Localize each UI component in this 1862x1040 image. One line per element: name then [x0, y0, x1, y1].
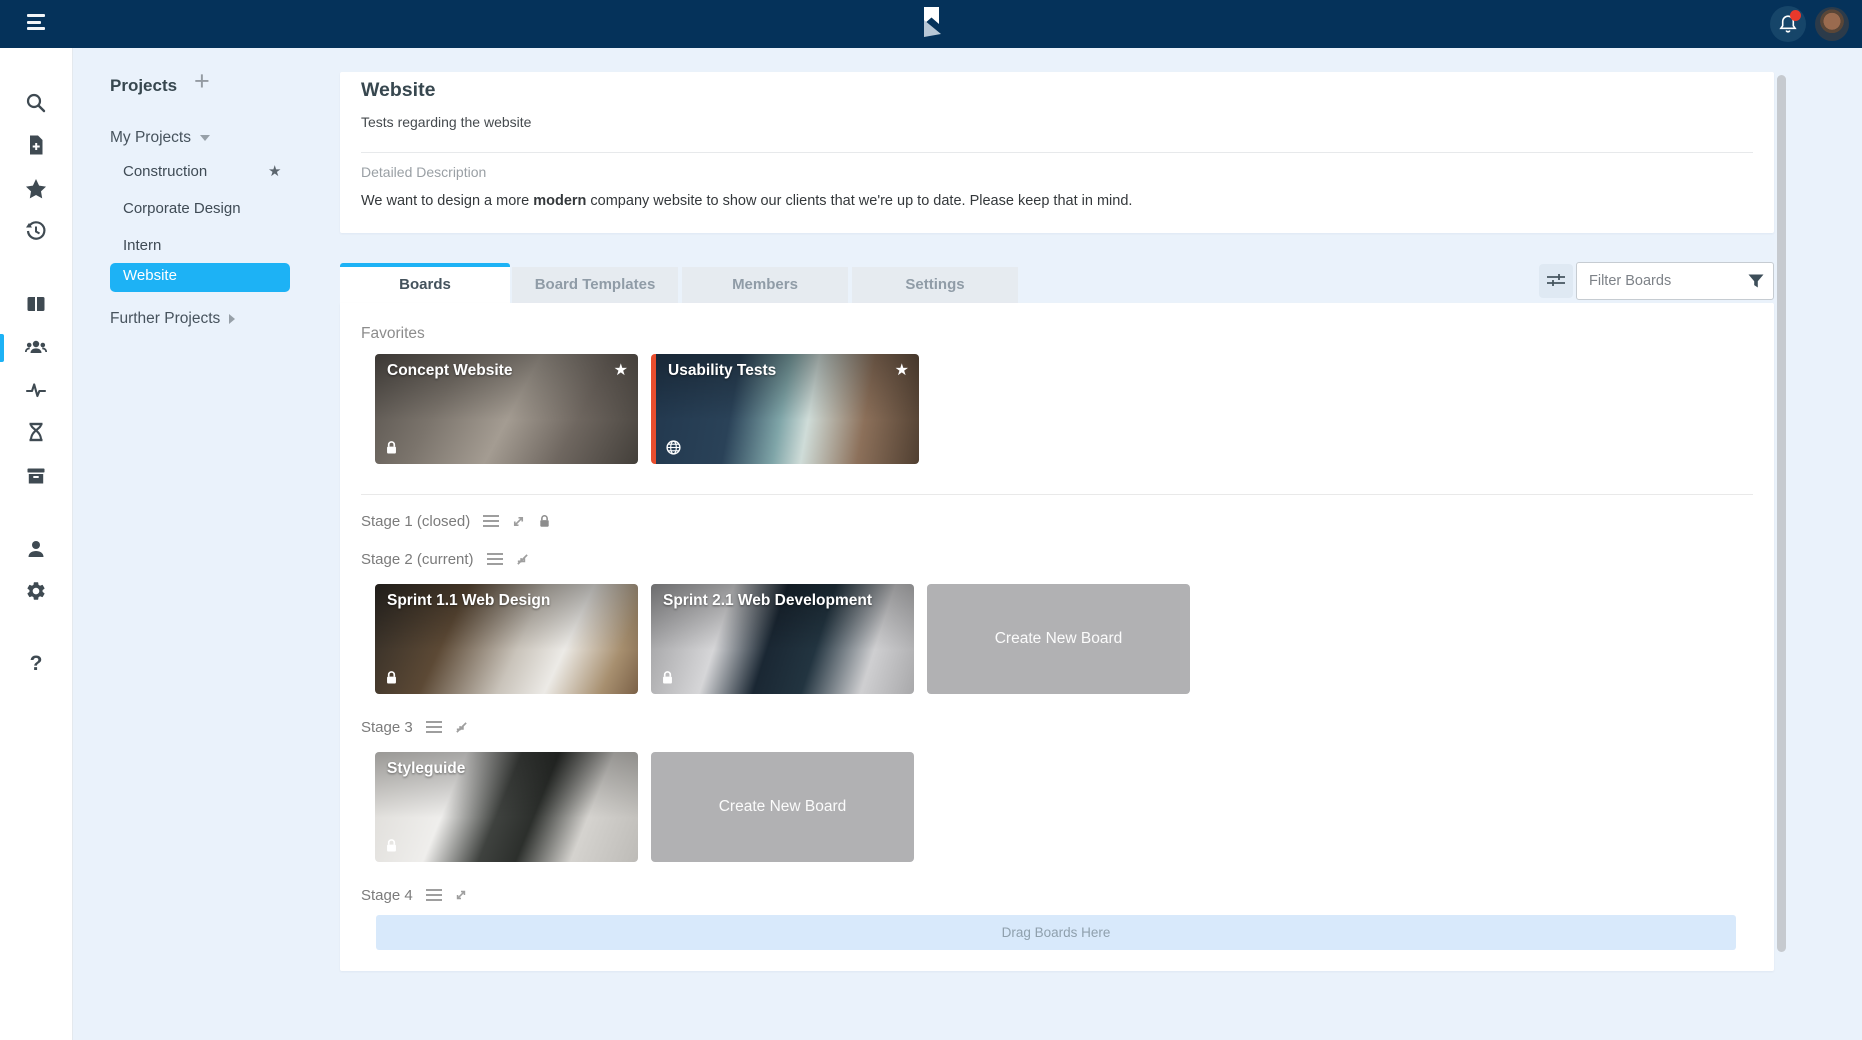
drag-boards-dropzone[interactable]: Drag Boards Here — [376, 915, 1736, 950]
chevron-down-icon — [200, 135, 210, 141]
board-card-sprint-1-1-web-design[interactable]: Sprint 1.1 Web Design — [375, 584, 638, 694]
project-item-construction[interactable]: Construction — [123, 160, 207, 184]
tab-settings[interactable]: Settings — [852, 267, 1018, 303]
boards-content-card: Favorites Concept Website ★ Usability Te… — [340, 303, 1774, 971]
settings-gear-icon[interactable] — [25, 580, 47, 602]
create-new-board-button[interactable]: Create New Board — [651, 752, 914, 862]
filter-boards-input[interactable] — [1576, 262, 1774, 300]
lock-icon — [385, 838, 398, 853]
kanban-board-icon[interactable] — [25, 293, 47, 315]
projects-panel: Projects + My Projects Construction ★ Co… — [72, 48, 340, 1040]
board-card-styleguide[interactable]: Styleguide — [375, 752, 638, 862]
stage-1-header: Stage 1 (closed) — [361, 510, 551, 532]
collapse-icon[interactable] — [455, 721, 468, 734]
lock-icon — [385, 440, 398, 455]
icon-rail: ? — [0, 48, 73, 1040]
lock-icon[interactable] — [538, 514, 551, 528]
board-menu-icon[interactable] — [426, 888, 442, 902]
projects-panel-title: Projects — [110, 76, 177, 96]
board-card-usability-tests[interactable]: Usability Tests ★ — [651, 354, 919, 464]
app-logo-icon — [917, 7, 945, 41]
board-star-icon[interactable]: ★ — [614, 360, 628, 380]
collapse-icon[interactable] — [516, 553, 529, 566]
favorites-star-icon[interactable] — [25, 178, 47, 200]
stage-3-header: Stage 3 — [361, 716, 468, 738]
profile-person-icon[interactable] — [25, 538, 47, 560]
expand-icon[interactable] — [455, 889, 467, 901]
team-icon[interactable] — [25, 336, 47, 358]
board-card-sprint-2-1-web-development[interactable]: Sprint 2.1 Web Development — [651, 584, 914, 694]
notifications-bell-icon[interactable] — [1770, 6, 1806, 42]
archive-icon[interactable] — [25, 465, 47, 487]
board-menu-icon[interactable] — [483, 514, 499, 528]
app-root: ? Projects + My Projects Construction ★ … — [0, 0, 1862, 1040]
stage-2-header: Stage 2 (current) — [361, 548, 529, 570]
divider — [361, 494, 1753, 495]
board-menu-icon[interactable] — [487, 552, 503, 566]
hamburger-menu-icon[interactable] — [27, 14, 47, 34]
project-header-card: Website Tests regarding the website Deta… — [340, 72, 1774, 233]
board-menu-icon[interactable] — [426, 720, 442, 734]
create-new-board-button[interactable]: Create New Board — [927, 584, 1190, 694]
search-icon[interactable] — [25, 92, 47, 114]
history-icon[interactable] — [25, 220, 47, 242]
activity-icon[interactable] — [25, 379, 47, 401]
project-item-intern[interactable]: Intern — [123, 234, 161, 258]
vertical-scrollbar[interactable] — [1777, 75, 1786, 952]
add-project-button[interactable]: + — [194, 65, 210, 97]
divider — [361, 152, 1753, 153]
notification-badge — [1790, 10, 1801, 21]
page-title: Website — [361, 79, 435, 102]
project-subtitle: Tests regarding the website — [361, 114, 531, 130]
filter-boards-field — [1576, 262, 1774, 300]
user-avatar[interactable] — [1815, 7, 1849, 41]
help-icon[interactable]: ? — [25, 653, 47, 675]
project-group-my-projects[interactable]: My Projects — [110, 126, 210, 150]
stage-4-header: Stage 4 — [361, 884, 467, 906]
favorites-section-label: Favorites — [361, 325, 425, 343]
project-item-website-active[interactable]: Website — [110, 263, 290, 292]
starred-project-icon[interactable]: ★ — [268, 160, 281, 184]
detailed-description-text: We want to design a more modern company … — [361, 193, 1132, 209]
lock-icon — [385, 670, 398, 685]
chevron-right-icon — [229, 314, 235, 324]
tab-boards[interactable]: Boards — [340, 263, 510, 303]
active-nav-indicator — [0, 334, 4, 362]
expand-icon[interactable] — [512, 515, 525, 528]
detailed-description-label: Detailed Description — [361, 164, 486, 180]
top-navbar — [0, 0, 1862, 48]
globe-public-icon — [666, 440, 681, 455]
project-item-corporate-design[interactable]: Corporate Design — [123, 197, 241, 221]
create-document-icon[interactable] — [25, 134, 47, 156]
board-card-concept-website[interactable]: Concept Website ★ — [375, 354, 638, 464]
hourglass-icon[interactable] — [25, 421, 47, 443]
tab-members[interactable]: Members — [682, 267, 848, 303]
view-options-tune-icon[interactable] — [1539, 264, 1573, 298]
tab-board-templates[interactable]: Board Templates — [512, 267, 678, 303]
further-projects-toggle[interactable]: Further Projects — [110, 307, 235, 331]
lock-icon — [661, 670, 674, 685]
board-star-icon[interactable]: ★ — [895, 360, 909, 380]
